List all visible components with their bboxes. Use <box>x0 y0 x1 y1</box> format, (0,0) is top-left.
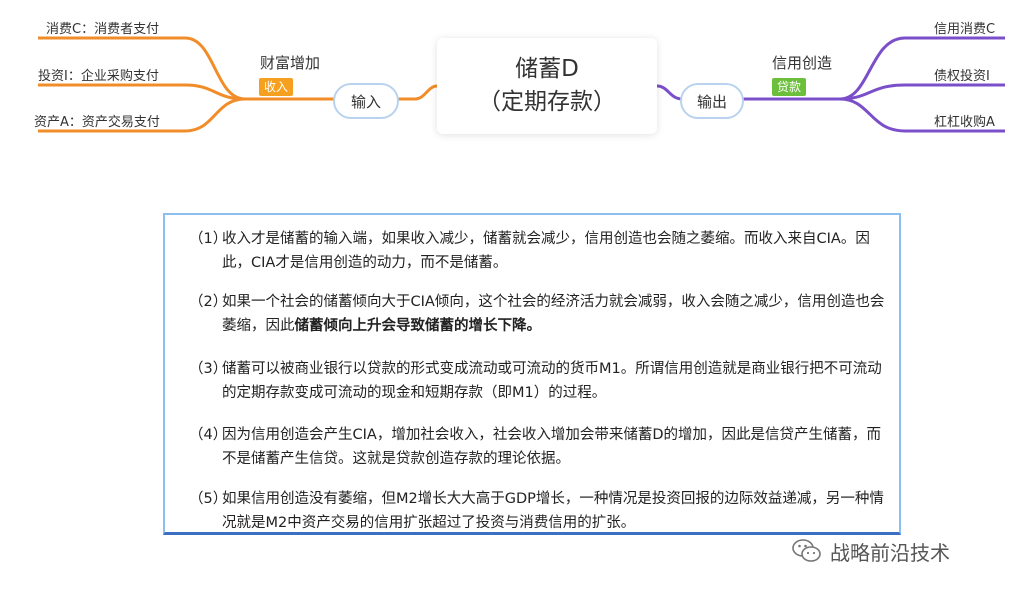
center-title: 储蓄D <box>515 56 579 82</box>
note-number: （1） <box>189 231 228 247</box>
note-number: （5） <box>189 491 228 507</box>
note-item-5: （5） 如果信用创造没有萎缩，但M2增长大大高于GDP增长，一种情况是投资回报的… <box>189 487 889 535</box>
note-number: （3） <box>189 361 228 377</box>
note-text: 储蓄可以被商业银行以贷款的形式变成流动或可流动的货币M1。所谓信用创造就是商业银… <box>222 361 882 401</box>
note-item-2: （2） 如果一个社会的储蓄倾向大于CIA倾向，这个社会的经济活力就会减弱，收入会… <box>189 290 889 338</box>
left-branch-title[interactable]: 财富增加 <box>260 52 320 73</box>
right-leaf-2[interactable]: 债权投资I <box>934 65 990 84</box>
note-text: 因为信用创造会产生CIA，增加社会收入，社会收入增加会带来储蓄D的增加，因此是信… <box>222 427 881 467</box>
left-branch-tag: 收入 <box>259 78 294 96</box>
connector-right-leaf-2 <box>839 83 1005 101</box>
note-item-3: （3） 储蓄可以被商业银行以贷款的形式变成流动或可流动的货币M1。所谓信用创造就… <box>189 357 889 405</box>
connector-right-center <box>656 84 683 101</box>
center-subtitle: （定期存款） <box>478 89 616 115</box>
output-pill[interactable]: 输出 <box>680 83 744 119</box>
left-leaf-1[interactable]: 消费C：消费者支付 <box>46 18 159 37</box>
connector-left-leaf-2 <box>38 83 246 101</box>
note-number: （2） <box>189 294 228 310</box>
center-node[interactable]: 储蓄D （定期存款） <box>437 38 657 134</box>
right-leaf-3[interactable]: 杠杠收购A <box>934 111 995 130</box>
input-pill[interactable]: 输入 <box>333 83 399 119</box>
note-number: （4） <box>189 427 228 443</box>
watermark: 战略前沿技术 <box>792 536 950 566</box>
notes-box: （1） 收入才是储蓄的输入端，如果收入减少，储蓄就会减少，信用创造也会随之萎缩。… <box>163 213 901 535</box>
note-item-4: （4） 因为信用创造会产生CIA，增加社会收入，社会收入增加会带来储蓄D的增加，… <box>189 423 889 471</box>
note-item-1: （1） 收入才是储蓄的输入端，如果收入减少，储蓄就会减少，信用创造也会随之萎缩。… <box>189 227 889 275</box>
note-text: 收入才是储蓄的输入端，如果收入减少，储蓄就会减少，信用创造也会随之萎缩。而收入来… <box>222 231 870 271</box>
connector-left-center <box>395 84 438 101</box>
left-leaf-3[interactable]: 资产A：资产交易支付 <box>34 111 160 130</box>
note-bold-text: 储蓄倾向上升会导致储蓄的增长下降。 <box>294 318 542 334</box>
watermark-text: 战略前沿技术 <box>830 540 950 565</box>
right-leaf-1[interactable]: 信用消费C <box>934 18 995 37</box>
right-branch-tag: 贷款 <box>772 78 807 96</box>
right-branch-title[interactable]: 信用创造 <box>772 52 832 73</box>
left-leaf-2[interactable]: 投资I：企业采购支付 <box>38 65 159 84</box>
note-text-wrap: 如果一个社会的储蓄倾向大于CIA倾向，这个社会的经济活力就会减弱，收入会随之减少… <box>189 290 889 338</box>
wechat-icon <box>792 539 821 562</box>
note-text: 如果信用创造没有萎缩，但M2增长大大高于GDP增长，一种情况是投资回报的边际效益… <box>222 491 884 531</box>
